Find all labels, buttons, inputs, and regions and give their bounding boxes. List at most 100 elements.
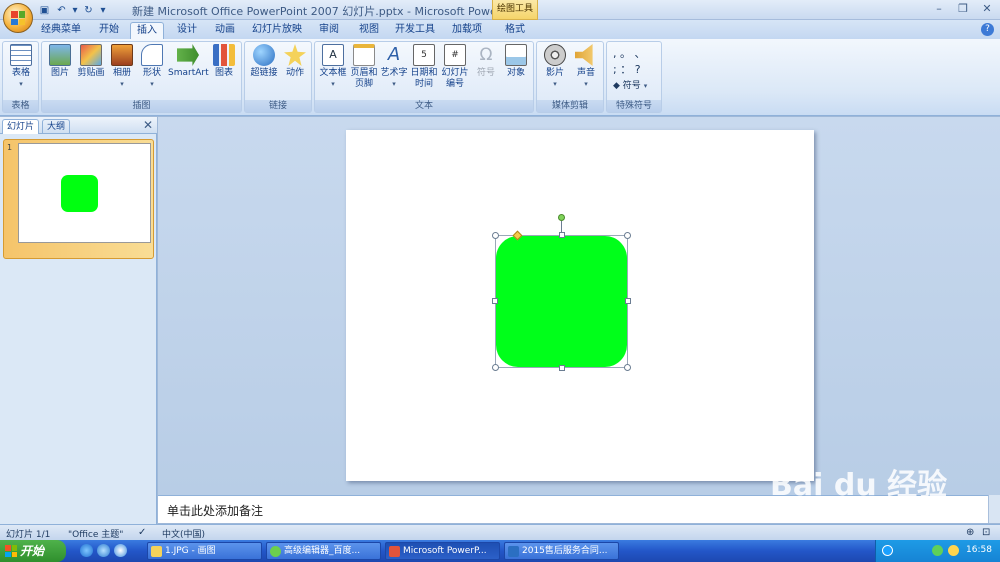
baidu-watermark: Bai du 经验 (770, 468, 948, 503)
tab-classic-menu[interactable]: 经典菜单 (38, 22, 84, 39)
ie-icon[interactable] (80, 544, 93, 557)
restore-button[interactable]: ❐ (952, 2, 974, 17)
tab-animations[interactable]: 动画 (208, 22, 242, 39)
slide-number-button[interactable]: # 幻灯片 编号 (439, 44, 471, 90)
undo-dropdown-icon[interactable]: ▾ (72, 4, 78, 17)
resize-handle-right[interactable] (625, 298, 631, 304)
tab-slides[interactable]: 幻灯片 (2, 119, 40, 134)
datetime-button[interactable]: 5 日期和 时间 (409, 44, 439, 90)
selection-box (495, 235, 628, 368)
tab-format[interactable]: 格式 (498, 22, 532, 39)
task-powerpoint[interactable]: Microsoft PowerP... (385, 542, 500, 560)
special-symbol-button[interactable]: ◆ 符号 ▾ (613, 78, 655, 94)
tab-home[interactable]: 开始 (92, 22, 126, 39)
qat-customize-icon[interactable]: ▾ (99, 4, 107, 17)
office-logo-icon (11, 11, 25, 25)
group-media: 影片 ▾ 声音 ▾ 媒体剪辑 (536, 41, 604, 113)
slide-thumbnail-selected[interactable]: 1 (3, 139, 154, 259)
sound-button[interactable]: 声音 ▾ (571, 44, 601, 90)
resize-handle-tl[interactable] (492, 232, 499, 239)
media-icon[interactable] (114, 544, 127, 557)
system-tray: 16:58 (875, 540, 1000, 562)
quick-access-toolbar: ▣ ↶ ▾ ↻ ▾ (38, 2, 107, 18)
vertical-scrollbar[interactable] (988, 495, 1000, 523)
group-label-illustrations: 插图 (42, 100, 241, 112)
tab-addins[interactable]: 加载项 (446, 22, 488, 39)
slide-canvas[interactable] (346, 130, 814, 481)
tab-insert[interactable]: 插入 (130, 22, 164, 39)
help-icon[interactable]: ? (981, 23, 994, 36)
minimize-button[interactable]: – (928, 2, 950, 17)
calendar-icon: 5 (413, 44, 435, 66)
smartart-button[interactable]: SmartArt (168, 44, 209, 79)
symbol-button[interactable]: Ω 符号 (473, 44, 499, 79)
fit-window-icon[interactable]: ⊡ (982, 527, 990, 538)
speaker-icon (575, 44, 593, 66)
redo-icon[interactable]: ↻ (82, 4, 95, 17)
tab-developer[interactable]: 开发工具 (392, 22, 438, 39)
status-language[interactable]: 中文(中国) (162, 527, 205, 540)
clock[interactable]: 16:58 (966, 545, 992, 555)
pane-close-icon[interactable]: ✕ (143, 118, 153, 132)
group-links: 超链接 动作 链接 (244, 41, 312, 113)
header-footer-icon (353, 44, 375, 66)
ribbon-tabs: 经典菜单 开始 插入 设计 动画 幻灯片放映 审阅 视图 开发工具 加载项 格式… (0, 20, 1000, 39)
album-button[interactable]: 相册 ▾ (108, 44, 136, 90)
wordart-button[interactable]: A 艺术字 ▾ (379, 44, 409, 90)
task-word[interactable]: 2015售后服务合同... (504, 542, 619, 560)
pane-tabs: 幻灯片 大纲 ✕ (0, 117, 157, 134)
rotation-handle[interactable] (558, 214, 565, 221)
object-button[interactable]: 对象 (501, 44, 531, 79)
office-button[interactable] (3, 3, 33, 33)
chart-button[interactable]: 图表 (210, 44, 238, 79)
slide-thumbnail[interactable] (18, 143, 151, 243)
zoom-in-icon[interactable]: ⊕ (966, 527, 974, 538)
task-editor[interactable]: 高级编辑器_百度... (266, 542, 381, 560)
globe-link-icon (253, 44, 275, 66)
shapes-button[interactable]: 形状 ▾ (138, 44, 166, 90)
resize-handle-br[interactable] (624, 364, 631, 371)
tab-design[interactable]: 设计 (170, 22, 204, 39)
save-icon[interactable]: ▣ (38, 4, 51, 17)
tab-view[interactable]: 视图 (352, 22, 386, 39)
tab-outline[interactable]: 大纲 (42, 119, 71, 134)
start-button[interactable]: 开始 (0, 540, 66, 562)
action-button[interactable]: 动作 (281, 44, 309, 79)
header-footer-button[interactable]: 页眉和 页脚 (349, 44, 379, 90)
picture-icon (49, 44, 71, 66)
windows-logo-icon (5, 545, 17, 557)
security-icon[interactable] (948, 545, 959, 556)
photo-album-icon (111, 44, 133, 66)
resize-handle-tr[interactable] (624, 232, 631, 239)
resize-handle-left[interactable] (492, 298, 498, 304)
browser-icon[interactable] (97, 544, 110, 557)
picture-button[interactable]: 图片 (46, 44, 74, 79)
symbol-palette[interactable]: , 。 、 ; ： ? ◆ 符号 ▾ (613, 46, 655, 94)
clipart-button[interactable]: 剪贴画 (76, 44, 106, 79)
slide-number-icon: # (444, 44, 466, 66)
close-button[interactable]: ✕ (976, 2, 998, 17)
group-label-links: 链接 (245, 100, 311, 112)
undo-icon[interactable]: ↶ (55, 4, 68, 17)
tab-slideshow[interactable]: 幻灯片放映 (248, 22, 306, 39)
spellcheck-icon[interactable]: ✓ (138, 527, 146, 538)
task-paint[interactable]: 1.JPG - 画图 (147, 542, 262, 560)
browser-task-icon (270, 546, 281, 557)
textbox-button[interactable]: A 文本框 ▾ (317, 44, 349, 90)
group-text: A 文本框 ▾ 页眉和 页脚 A 艺术字 ▾ 5 日期和 时间 # 幻灯片 编号 Ω 符号… (314, 41, 534, 113)
network-icon[interactable] (932, 545, 943, 556)
group-table: 表格 ▾ 表格 (2, 41, 39, 113)
resize-handle-bottom[interactable] (559, 365, 565, 371)
slides-pane: 幻灯片 大纲 ✕ 1 (0, 117, 157, 524)
resize-handle-bl[interactable] (492, 364, 499, 371)
table-button[interactable]: 表格 ▾ (6, 44, 36, 90)
tab-review[interactable]: 审阅 (312, 22, 346, 39)
resize-handle-top[interactable] (559, 232, 565, 238)
tray-arrow-icon[interactable] (882, 545, 893, 556)
slide-workspace (158, 117, 1000, 495)
hyperlink-button[interactable]: 超链接 (248, 44, 280, 79)
action-star-icon (284, 44, 306, 66)
group-label-text: 文本 (315, 100, 533, 112)
film-reel-icon (544, 44, 566, 66)
movie-button[interactable]: 影片 ▾ (540, 44, 570, 90)
